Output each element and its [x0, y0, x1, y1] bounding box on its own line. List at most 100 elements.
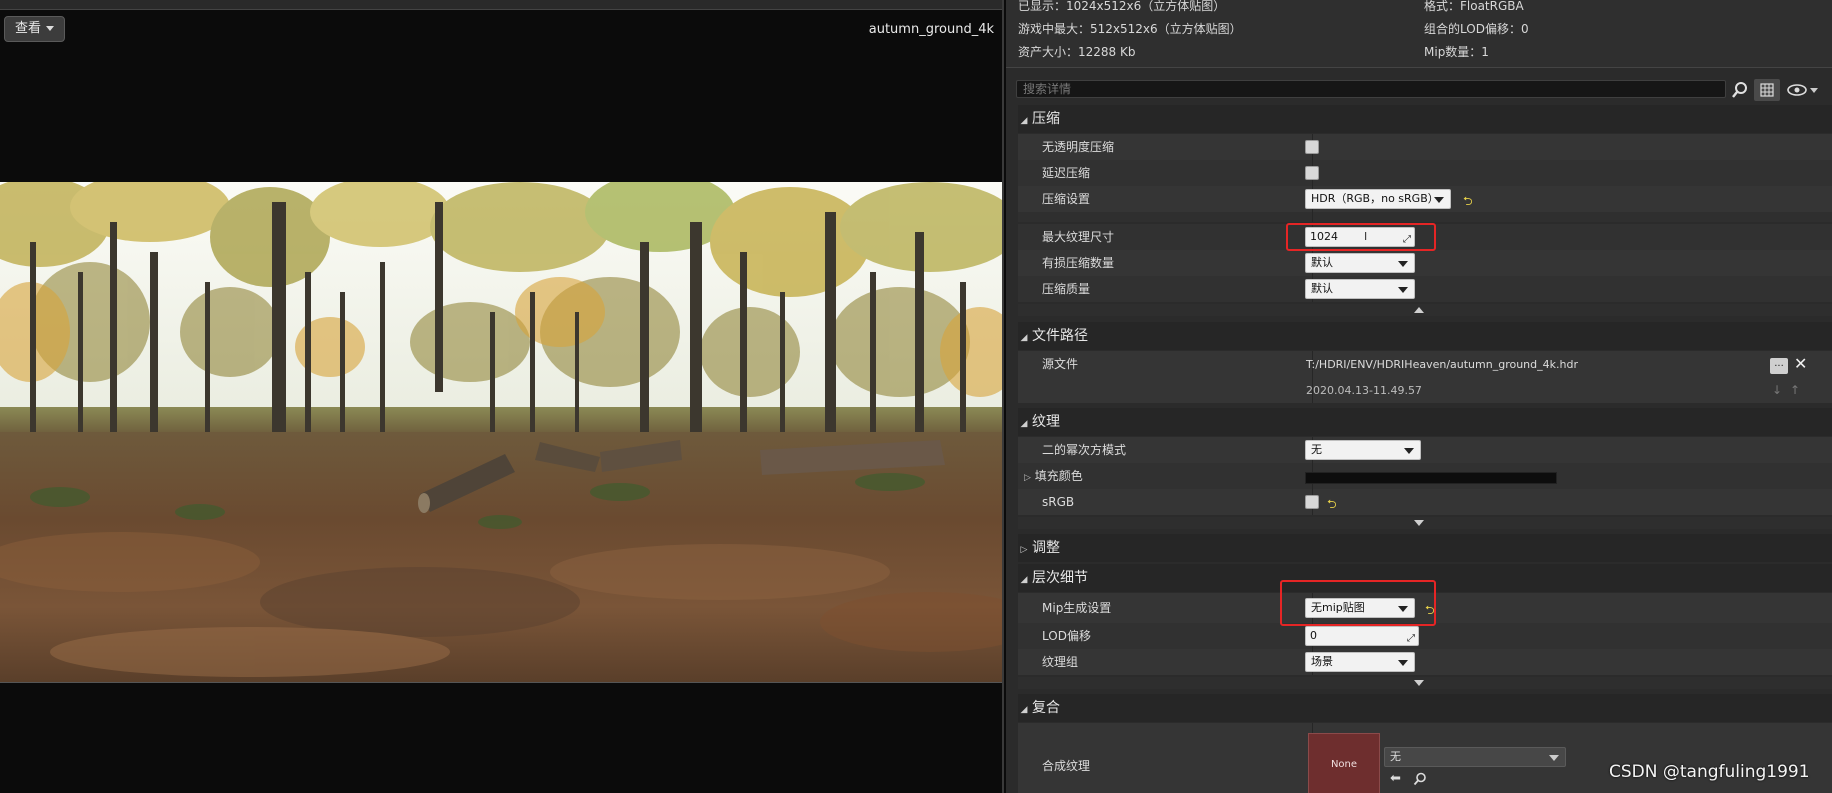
- source-file-path: T:/HDRI/ENV/HDRIHeaven/autumn_ground_4k.…: [1306, 358, 1578, 371]
- highlight-box-mip-gen-settings: [1280, 580, 1436, 626]
- collapse-arrow-icon: ◢: [1020, 333, 1028, 343]
- compression-settings-label: 压缩设置: [1042, 192, 1091, 206]
- watermark-text: CSDN @tangfuling1991: [1609, 762, 1810, 782]
- info-mip-count: Mip数量：1: [1424, 45, 1489, 59]
- source-file-timestamp: 2020.04.13-11.49.57: [1306, 384, 1422, 397]
- row-srgb: sRGB ⮌: [1018, 489, 1832, 515]
- details-search-bar: 搜索详情: [1006, 76, 1832, 104]
- use-selected-arrow-icon[interactable]: ⬅: [1390, 771, 1401, 786]
- composite-texture-label: 合成纹理: [1042, 759, 1091, 773]
- compression-quality-value: 默认: [1311, 282, 1333, 295]
- texture-editor-window: 查看 autumn_ground_4k 已显示：1024x512x6（立方体贴图…: [0, 0, 1832, 793]
- collapse-up-icon: [1414, 307, 1424, 313]
- composite-texture-dropdown[interactable]: 无: [1384, 747, 1566, 767]
- arrow-down-icon[interactable]: ↓: [1772, 383, 1782, 397]
- row-lod-bias: LOD偏移 0 ⤢: [1018, 623, 1832, 649]
- view-menu-label: 查看: [15, 21, 42, 36]
- advanced-collapse-toggle[interactable]: [1018, 304, 1832, 316]
- row-compression-settings: 压缩设置 HDR（RGB，no sRGB） ⮌: [1018, 186, 1832, 212]
- lossy-compression-dropdown[interactable]: 默认: [1305, 253, 1415, 273]
- arrow-up-icon[interactable]: ↑: [1790, 383, 1800, 397]
- power-of-two-dropdown[interactable]: 无: [1305, 440, 1421, 460]
- chevron-down-icon: [1434, 197, 1444, 203]
- category-adjustments[interactable]: ▷ 调整: [1018, 534, 1832, 562]
- browse-button[interactable]: ...: [1770, 358, 1788, 374]
- browse-search-icon[interactable]: [1413, 772, 1427, 786]
- category-lod-title: 层次细节: [1032, 570, 1088, 586]
- compression-no-alpha-label: 无透明度压缩: [1042, 140, 1115, 154]
- search-input[interactable]: 搜索详情: [1016, 80, 1726, 98]
- padding-color-swatch[interactable]: [1305, 472, 1557, 484]
- property-matrix-icon[interactable]: [1754, 79, 1780, 101]
- category-composite-title: 复合: [1032, 700, 1060, 716]
- texture-group-label: 纹理组: [1042, 655, 1079, 669]
- power-of-two-label: 二的幂次方模式: [1042, 443, 1127, 457]
- column-divider: [1312, 694, 1313, 722]
- info-max-in-game: 游戏中最大：512x512x6（立方体贴图）: [1018, 22, 1242, 36]
- lossy-compression-value: 默认: [1311, 256, 1333, 269]
- collapse-arrow-icon: ◢: [1020, 419, 1028, 429]
- expand-arrow-icon: ▷: [1024, 473, 1031, 483]
- category-compression-title: 压缩: [1032, 111, 1060, 127]
- reset-to-default-icon[interactable]: ⮌: [1327, 495, 1337, 516]
- view-menu-button[interactable]: 查看: [4, 16, 66, 42]
- max-texture-size-label: 最大纹理尺寸: [1042, 230, 1115, 244]
- resize-handle-icon: ⤢: [1407, 633, 1415, 644]
- view-options-eye-icon[interactable]: [1786, 81, 1822, 99]
- srgb-checkbox[interactable]: [1305, 495, 1319, 509]
- padding-color-label: ▷ 填充颜色: [1024, 463, 1083, 491]
- composite-texture-value: 无: [1390, 750, 1401, 763]
- info-format: 格式：FloatRGBA: [1424, 0, 1524, 13]
- texture-group-dropdown[interactable]: 场景: [1305, 652, 1415, 672]
- defer-compression-checkbox[interactable]: [1305, 166, 1319, 180]
- row-compression-no-alpha: 无透明度压缩: [1018, 134, 1832, 160]
- compression-settings-value: HDR（RGB，no sRGB）: [1311, 192, 1439, 205]
- texture-info: 已显示：1024x512x6（立方体贴图） 游戏中最大：512x512x6（立方…: [1006, 0, 1832, 68]
- category-texture[interactable]: ◢ 纹理: [1018, 408, 1832, 436]
- row-spacer: [1018, 212, 1832, 222]
- padding-color-text: 填充颜色: [1034, 469, 1083, 483]
- highlight-box-max-texture-size: [1286, 223, 1436, 251]
- mip-gen-settings-label: Mip生成设置: [1042, 601, 1112, 615]
- row-defer-compression: 延迟压缩: [1018, 160, 1832, 186]
- compression-quality-dropdown[interactable]: 默认: [1305, 279, 1415, 299]
- clear-close-icon[interactable]: ✕: [1794, 354, 1807, 373]
- details-panel: 已显示：1024x512x6（立方体贴图） 游戏中最大：512x512x6（立方…: [1006, 0, 1832, 793]
- column-divider: [1312, 408, 1313, 436]
- source-file-label: 源文件: [1042, 357, 1079, 371]
- row-composite-texture: 合成纹理 None 无 ⬅: [1018, 723, 1832, 793]
- info-combined-lod-bias: 组合的LOD偏移：0: [1424, 22, 1529, 36]
- texture-group-value: 场景: [1311, 655, 1333, 668]
- lossy-compression-label: 有损压缩数量: [1042, 256, 1115, 270]
- compression-quality-label: 压缩质量: [1042, 282, 1091, 296]
- texture-name-label: autumn_ground_4k: [868, 22, 994, 37]
- info-resource-size: 资产大小：12288 Kb: [1018, 45, 1136, 59]
- compression-settings-dropdown[interactable]: HDR（RGB，no sRGB）: [1305, 189, 1451, 209]
- expand-down-icon: [1414, 680, 1424, 686]
- row-lossy-compression: 有损压缩数量 默认: [1018, 250, 1832, 276]
- advanced-expand-toggle[interactable]: [1018, 517, 1832, 529]
- lod-bias-value: 0: [1310, 629, 1317, 642]
- category-composite[interactable]: ◢ 复合: [1018, 694, 1832, 722]
- category-compression[interactable]: ◢ 压缩: [1018, 105, 1832, 133]
- row-compression-quality: 压缩质量 默认: [1018, 276, 1832, 302]
- srgb-label: sRGB: [1042, 495, 1075, 509]
- compression-no-alpha-checkbox[interactable]: [1305, 140, 1319, 154]
- row-power-of-two: 二的幂次方模式 无: [1018, 437, 1832, 463]
- chevron-down-icon: [1549, 755, 1559, 761]
- search-icon[interactable]: [1731, 81, 1749, 99]
- viewport-top-bar: [0, 0, 1002, 10]
- advanced-expand-toggle[interactable]: [1018, 677, 1832, 689]
- column-divider: [1312, 105, 1313, 133]
- row-source-file: 源文件 T:/HDRI/ENV/HDRIHeaven/autumn_ground…: [1018, 351, 1832, 403]
- lod-bias-label: LOD偏移: [1042, 629, 1091, 643]
- category-file-path[interactable]: ◢ 文件路径: [1018, 322, 1832, 350]
- defer-compression-label: 延迟压缩: [1042, 166, 1091, 180]
- reset-to-default-icon[interactable]: ⮌: [1463, 192, 1473, 213]
- hdri-texture-preview: [0, 182, 1002, 682]
- composite-texture-thumbnail[interactable]: None: [1308, 733, 1380, 793]
- lod-bias-input[interactable]: 0 ⤢: [1305, 626, 1419, 646]
- category-texture-title: 纹理: [1032, 414, 1060, 430]
- category-file-path-title: 文件路径: [1032, 328, 1088, 344]
- texture-viewport[interactable]: 查看 autumn_ground_4k: [0, 0, 1004, 793]
